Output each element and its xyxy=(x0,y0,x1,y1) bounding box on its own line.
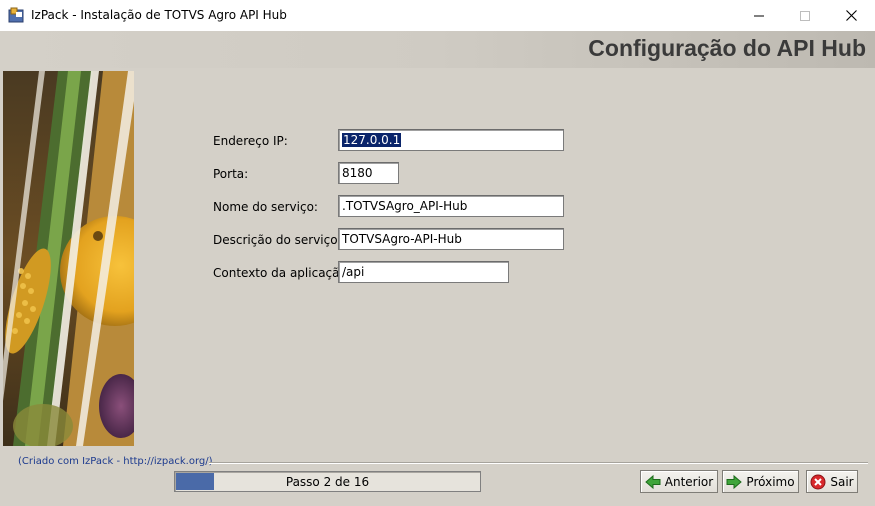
minimize-button[interactable] xyxy=(736,0,782,31)
port-field[interactable]: 8180 xyxy=(338,162,399,184)
heading-band: Configuração do API Hub xyxy=(0,31,875,68)
service-name-label: Nome do serviço: xyxy=(213,200,318,214)
port-value: 8180 xyxy=(342,166,373,180)
ip-address-value: 127.0.0.1 xyxy=(342,133,402,147)
service-description-label: Descrição do serviço: xyxy=(213,233,342,247)
arrow-right-icon xyxy=(726,474,743,489)
previous-button-label: Anterior xyxy=(664,474,714,489)
maximize-button[interactable] xyxy=(782,0,828,31)
maximize-icon xyxy=(800,10,810,21)
next-button[interactable]: Próximo xyxy=(722,470,799,493)
side-banner-image xyxy=(3,71,134,446)
step-progress-bar: Passo 2 de 16 xyxy=(174,471,481,492)
ip-address-field[interactable]: 127.0.0.1 xyxy=(338,129,564,151)
progress-label: Passo 2 de 16 xyxy=(285,474,370,489)
app-context-label: Contexto da aplicação: xyxy=(213,266,351,280)
next-button-label: Próximo xyxy=(746,474,795,489)
quit-button[interactable]: Sair xyxy=(806,470,858,493)
service-description-value: TOTVSAgro-API-Hub xyxy=(342,232,462,246)
close-icon xyxy=(845,10,857,21)
service-name-value: .TOTVSAgro_API-Hub xyxy=(342,199,468,213)
previous-button[interactable]: Anterior xyxy=(640,470,718,493)
page-title: Configuração do API Hub xyxy=(588,35,866,61)
port-label: Porta: xyxy=(213,167,249,181)
footer-divider xyxy=(209,462,868,464)
title-bar: IzPack - Instalação de TOTVS Agro API Hu… xyxy=(0,0,875,31)
ip-address-label: Endereço IP: xyxy=(213,134,288,148)
app-context-field[interactable]: /api xyxy=(338,261,509,283)
arrow-left-icon xyxy=(644,474,661,489)
quit-button-label: Sair xyxy=(830,474,854,489)
service-name-field[interactable]: .TOTVSAgro_API-Hub xyxy=(338,195,564,217)
service-description-field[interactable]: TOTVSAgro-API-Hub xyxy=(338,228,564,250)
stop-icon xyxy=(810,474,826,489)
window-title: IzPack - Instalação de TOTVS Agro API Hu… xyxy=(31,8,287,22)
izpack-credit-link[interactable]: (Criado com IzPack - http://izpack.org/) xyxy=(18,456,213,467)
minimize-icon xyxy=(754,15,764,16)
app-context-value: /api xyxy=(342,265,365,279)
close-window-button[interactable] xyxy=(828,0,874,31)
izpack-app-icon xyxy=(8,7,24,23)
